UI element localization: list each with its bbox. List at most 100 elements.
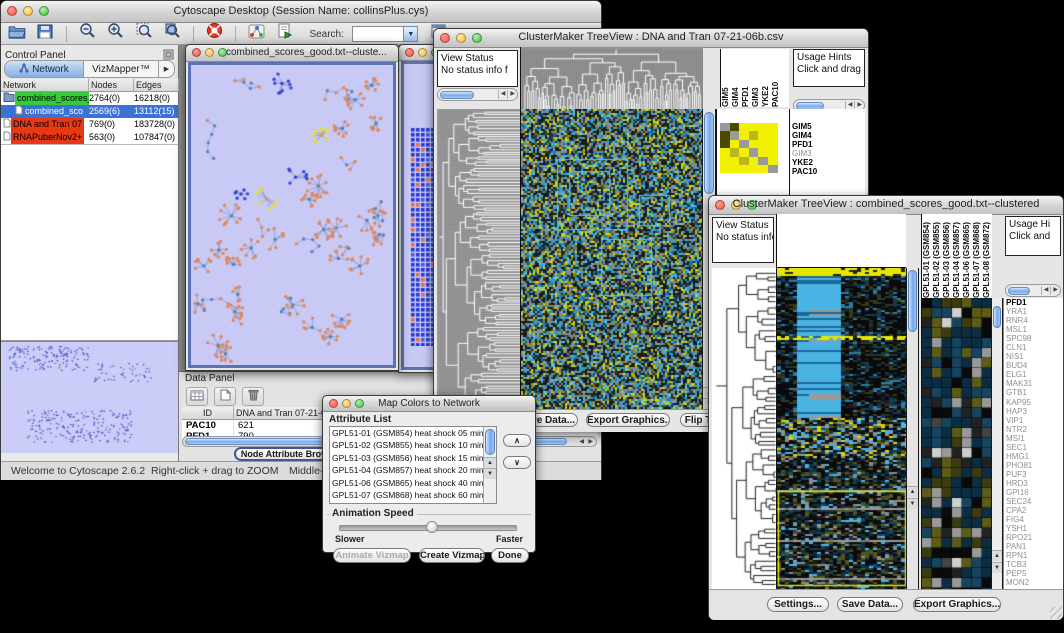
- vscroll-thumb[interactable]: [704, 112, 714, 194]
- zoom-cell[interactable]: [768, 148, 778, 156]
- minimize-button[interactable]: [418, 48, 427, 57]
- scroll-thumb[interactable]: [440, 91, 474, 99]
- gene-label[interactable]: CLN1: [1004, 343, 1063, 352]
- help-button[interactable]: [204, 23, 226, 42]
- move-down-button[interactable]: ∨: [503, 456, 531, 469]
- gene-label[interactable]: KAP95: [1004, 398, 1063, 407]
- gene-label[interactable]: YRA1: [1004, 307, 1063, 316]
- gene-label[interactable]: PEP5: [1004, 569, 1063, 578]
- gene-label[interactable]: MSL1: [1004, 325, 1063, 334]
- gene-label[interactable]: GPI16: [1004, 488, 1063, 497]
- zoom-cell[interactable]: [739, 131, 749, 139]
- scroll-up-arrow[interactable]: ▲: [484, 457, 496, 468]
- tv1-global-heatmap[interactable]: [520, 109, 703, 409]
- scroll-down-arrow[interactable]: ▼: [484, 468, 496, 479]
- scroll-right-arrow[interactable]: ▶: [588, 438, 593, 445]
- speed-slider[interactable]: [339, 525, 517, 531]
- tv2-column-labels[interactable]: GPL51-01 (GSM854)GPL51-02 (GSM855)GPL51-…: [921, 214, 992, 298]
- zoom-cell[interactable]: [720, 131, 730, 139]
- column-label[interactable]: PAC10: [771, 49, 781, 107]
- column-label[interactable]: PFD1: [741, 49, 751, 107]
- open-session-button[interactable]: [6, 25, 28, 44]
- new-attribute-button[interactable]: [214, 387, 236, 406]
- gene-label[interactable]: TCB3: [1004, 560, 1063, 569]
- column-label[interactable]: GPL51-04 (GSM857): [952, 214, 962, 298]
- zoom-cell[interactable]: [749, 165, 759, 173]
- gene-label[interactable]: MSI1: [1004, 434, 1063, 443]
- gene-label[interactable]: PUF3: [1004, 470, 1063, 479]
- export-graphics-button[interactable]: Export Graphics...: [586, 413, 670, 427]
- scroll-up-arrow[interactable]: ▲: [907, 486, 918, 497]
- zoom-cell[interactable]: [768, 140, 778, 148]
- scroll-right-arrow[interactable]: ▶: [1050, 286, 1060, 295]
- gene-label[interactable]: HRD3: [1004, 479, 1063, 488]
- gene-label[interactable]: SEC1: [1004, 443, 1063, 452]
- treeview1-title-bar[interactable]: ClusterMaker TreeView : DNA and Tran 07-…: [434, 29, 868, 48]
- zoom-cell[interactable]: [730, 165, 740, 173]
- zoom-cell[interactable]: [749, 131, 759, 139]
- scroll-right-arrow[interactable]: ▶: [507, 90, 517, 99]
- zoom-selected-button[interactable]: [162, 23, 184, 42]
- scroll-down-arrow[interactable]: ▼: [992, 562, 1002, 573]
- scroll-left-arrow[interactable]: ◀: [1041, 286, 1051, 295]
- zoom-cell[interactable]: [749, 140, 759, 148]
- gene-label[interactable]: HAP3: [1004, 407, 1063, 416]
- tv2-row-dendrogram[interactable]: [712, 268, 776, 589]
- tv2-global-heatmap[interactable]: [776, 268, 907, 589]
- network-row[interactable]: combined_sco2569(6)13112(15): [1, 105, 178, 118]
- gene-label[interactable]: GTB1: [1004, 388, 1063, 397]
- select-attributes-button[interactable]: [186, 387, 208, 406]
- attribute-item[interactable]: GPL51-01 (GSM854) heat shock 05 min: [332, 427, 496, 439]
- tv1-column-dendrogram[interactable]: [520, 47, 703, 109]
- zoom-cell[interactable]: [768, 123, 778, 131]
- zoom-cell[interactable]: [720, 157, 730, 165]
- scroll-thumb[interactable]: [1008, 287, 1030, 295]
- gene-label[interactable]: GIM4: [790, 131, 865, 140]
- gene-label[interactable]: GIM3: [790, 149, 865, 158]
- gene-label[interactable]: VIP1: [1004, 416, 1063, 425]
- save-session-button[interactable]: [34, 24, 56, 43]
- gene-label[interactable]: HMG1: [1004, 452, 1063, 461]
- zoom-in-button[interactable]: [105, 23, 127, 42]
- zoom-cell[interactable]: [758, 123, 768, 131]
- dialog-title-bar[interactable]: Map Colors to Network: [323, 396, 535, 412]
- scroll-down-arrow[interactable]: ▼: [907, 498, 918, 509]
- gene-label[interactable]: SEC24: [1004, 497, 1063, 506]
- column-label[interactable]: GIM4: [731, 49, 741, 107]
- zoom-cell[interactable]: [720, 165, 730, 173]
- tab-vizmapper[interactable]: VizMapper™: [84, 61, 159, 77]
- create-vizmap-button[interactable]: Create Vizmap: [419, 548, 485, 563]
- tab-network[interactable]: Network: [5, 61, 84, 77]
- zoom-cell[interactable]: [720, 148, 730, 156]
- network-row[interactable]: DNA and Tran 07769(0)183728(0): [1, 118, 178, 131]
- zoom-cell[interactable]: [730, 148, 740, 156]
- column-label[interactable]: GPL51-08 (GSM872): [982, 214, 992, 298]
- vizmapper-button[interactable]: [246, 24, 268, 43]
- tv2-usage-scrollbar[interactable]: ◀▶: [1005, 284, 1061, 297]
- attribute-item[interactable]: GPL51-03 (GSM856) heat shock 15 min: [332, 452, 496, 464]
- gene-label[interactable]: NTR2: [1004, 425, 1063, 434]
- gene-label[interactable]: ELG1: [1004, 370, 1063, 379]
- scroll-left-arrow[interactable]: ◀: [579, 438, 584, 445]
- vscroll-thumb[interactable]: [993, 306, 1001, 328]
- gene-label[interactable]: PFD1: [790, 140, 865, 149]
- zoom-out-button[interactable]: [76, 23, 98, 42]
- close-button[interactable]: [192, 48, 201, 57]
- zoom-cell[interactable]: [739, 123, 749, 131]
- column-label[interactable]: GPL51-03 (GSM856): [942, 214, 952, 298]
- column-label[interactable]: YKE2: [761, 49, 771, 107]
- attribute-item[interactable]: GPL51-06 (GSM865) heat shock 40 min: [332, 477, 496, 489]
- zoom-cell[interactable]: [768, 157, 778, 165]
- zoom-cell[interactable]: [730, 131, 740, 139]
- gene-label[interactable]: SPC98: [1004, 334, 1063, 343]
- zoom-cell[interactable]: [730, 157, 740, 165]
- column-label[interactable]: GIM3: [751, 49, 761, 107]
- gene-label[interactable]: RNR4: [1004, 316, 1063, 325]
- gene-label[interactable]: GIM5: [790, 122, 865, 131]
- vscroll-thumb[interactable]: [908, 270, 917, 332]
- tv2-gene-vscrollbar[interactable]: ▲ ▼: [991, 298, 1003, 589]
- zoom-cell[interactable]: [720, 140, 730, 148]
- gene-label[interactable]: PAN1: [1004, 542, 1063, 551]
- slider-thumb[interactable]: [426, 521, 438, 533]
- tv1-status-scrollbar[interactable]: ◀▶: [437, 88, 518, 101]
